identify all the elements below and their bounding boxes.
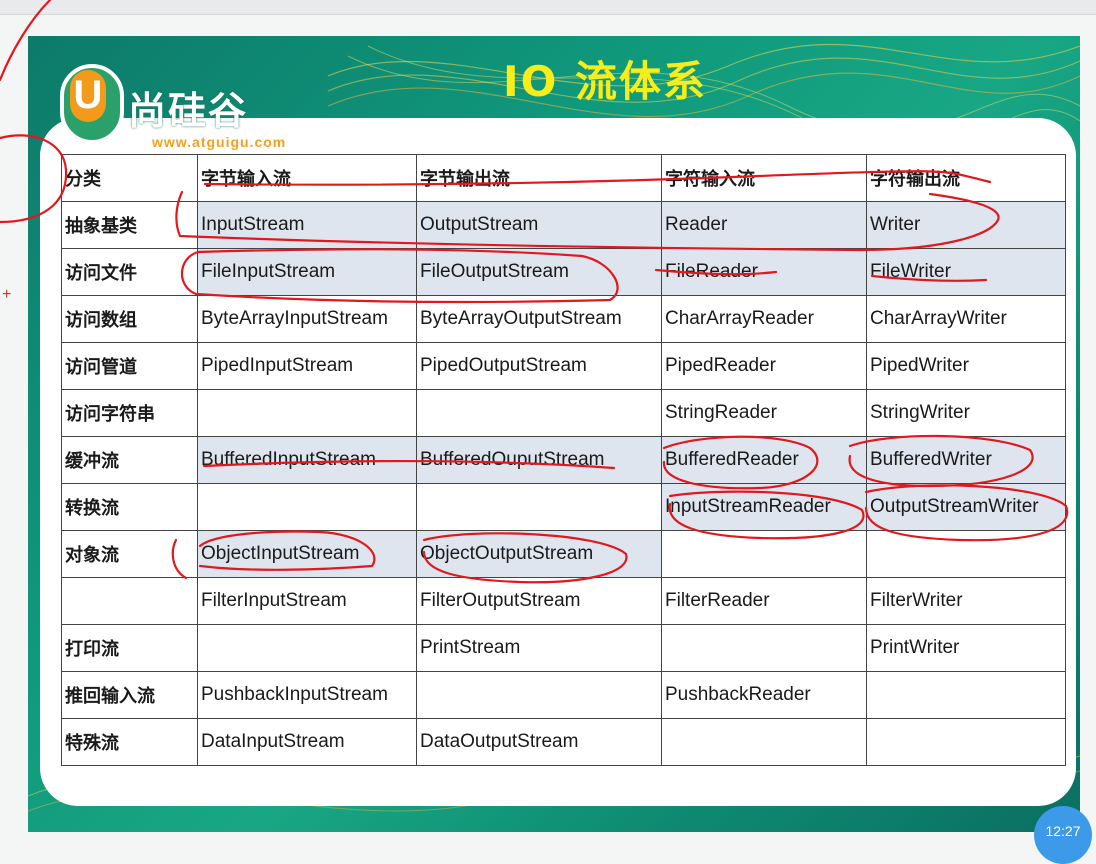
table-cell: OutputStreamWriter [866,483,1066,531]
slide-title: IO 流体系 [503,57,707,106]
table-cell: BufferedOuputStream [416,436,662,484]
table-cell: InputStream [197,201,417,249]
header-cell-char-input: 字符输入流 [661,154,867,202]
clock-badge[interactable]: 12:27 [1034,806,1092,864]
table-cell: PipedWriter [866,342,1066,390]
atguigu-logo: U 尚硅谷 www.atguigu.com [48,56,328,156]
row-category: 访问管道 [61,342,198,390]
table-cell: ByteArrayOutputStream [416,295,662,343]
table-cell [661,718,867,766]
top-toolbar-strip [0,0,1096,15]
table-row: 打印流 PrintStream PrintWriter [61,624,1066,672]
table-row: 访问管道 PipedInputStream PipedOutputStream … [61,342,1066,390]
table-row: 对象流 ObjectInputStream ObjectOutputStream [61,530,1066,578]
table-cell: StringReader [661,389,867,437]
table-cell: FileReader [661,248,867,296]
io-stream-table: 分类 字节输入流 字节输出流 字符输入流 字符输出流 抽象基类 InputStr… [61,154,1066,766]
row-category: 访问文件 [61,248,198,296]
table-row: 访问字符串 StringReader StringWriter [61,389,1066,437]
table-row: 特殊流 DataInputStream DataOutputStream [61,718,1066,766]
row-category: 转换流 [61,483,198,531]
header-cell-char-output: 字符输出流 [866,154,1066,202]
table-cell: Writer [866,201,1066,249]
table-cell: PipedInputStream [197,342,417,390]
table-cell: InputStreamReader [661,483,867,531]
table-cell [661,530,867,578]
table-cell: BufferedInputStream [197,436,417,484]
plus-marker: + [2,286,12,303]
table-cell: DataOutputStream [416,718,662,766]
table-row: 访问数组 ByteArrayInputStream ByteArrayOutpu… [61,295,1066,343]
row-category: 抽象基类 [61,201,198,249]
row-category: 访问字符串 [61,389,198,437]
slide: U 尚硅谷 www.atguigu.com IO 流体系 分类 字节输入流 字节… [28,36,1080,832]
table-cell: PipedOutputStream [416,342,662,390]
table-cell: PrintStream [416,624,662,672]
table-row: 抽象基类 InputStream OutputStream Reader Wri… [61,201,1066,249]
row-category: 推回输入流 [61,671,198,719]
table-row: 推回输入流 PushbackInputStream PushbackReader [61,671,1066,719]
table-cell: ObjectOutputStream [416,530,662,578]
table-cell: PipedReader [661,342,867,390]
table-cell: PrintWriter [866,624,1066,672]
table-cell: FileWriter [866,248,1066,296]
table-cell [197,389,417,437]
logo-letter: U [70,70,106,122]
table-row: 转换流 InputStreamReader OutputStreamWriter [61,483,1066,531]
table-row: 缓冲流 BufferedInputStream BufferedOuputStr… [61,436,1066,484]
table-cell: FileOutputStream [416,248,662,296]
table-cell: PushbackInputStream [197,671,417,719]
table-cell [197,624,417,672]
table-cell: BufferedReader [661,436,867,484]
row-category [61,577,198,625]
table-cell [866,530,1066,578]
table-cell [416,483,662,531]
table-cell [866,671,1066,719]
table-cell [416,671,662,719]
row-category: 对象流 [61,530,198,578]
header-cell-byte-input: 字节输入流 [197,154,417,202]
table-cell [416,389,662,437]
table-cell: DataInputStream [197,718,417,766]
table-cell [661,624,867,672]
header-cell-byte-output: 字节输出流 [416,154,662,202]
header-cell-category: 分类 [61,154,198,202]
row-category: 打印流 [61,624,198,672]
table-cell: OutputStream [416,201,662,249]
table-cell: CharArrayReader [661,295,867,343]
row-category: 访问数组 [61,295,198,343]
table-cell: Reader [661,201,867,249]
table-cell: FilterWriter [866,577,1066,625]
table-cell [866,718,1066,766]
logo-url: www.atguigu.com [152,134,287,150]
row-category: 特殊流 [61,718,198,766]
table-row: 访问文件 FileInputStream FileOutputStream Fi… [61,248,1066,296]
table-cell: FilterOutputStream [416,577,662,625]
table-cell: FilterReader [661,577,867,625]
table-row: FilterInputStream FilterOutputStream Fil… [61,577,1066,625]
table-cell [197,483,417,531]
table-cell: PushbackReader [661,671,867,719]
table-header-row: 分类 字节输入流 字节输出流 字符输入流 字符输出流 [61,154,1066,202]
table-cell: BufferedWriter [866,436,1066,484]
table-cell: ByteArrayInputStream [197,295,417,343]
table-cell: CharArrayWriter [866,295,1066,343]
row-category: 缓冲流 [61,436,198,484]
table-cell: FilterInputStream [197,577,417,625]
table-cell: ObjectInputStream [197,530,417,578]
table-cell: FileInputStream [197,248,417,296]
logo-name: 尚硅谷 [128,89,249,133]
table-cell: StringWriter [866,389,1066,437]
